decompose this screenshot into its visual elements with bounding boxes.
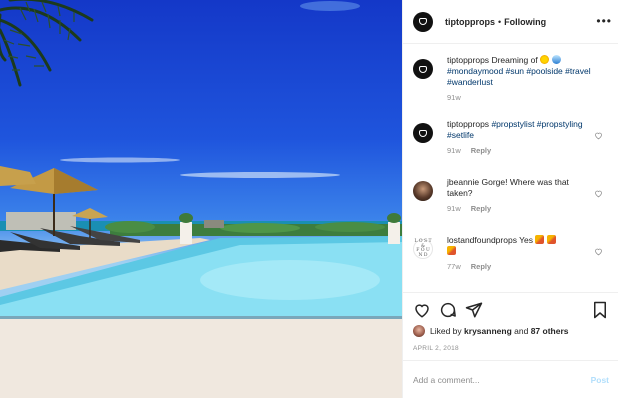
post-header: tiptopprops • Following ••• bbox=[403, 0, 618, 44]
author-username[interactable]: tiptopprops bbox=[445, 17, 495, 27]
comment-avatar[interactable] bbox=[413, 181, 433, 201]
comment-time[interactable]: 91w bbox=[447, 146, 461, 155]
liker-avatar[interactable] bbox=[413, 325, 425, 337]
likes-others-link[interactable]: 87 others bbox=[531, 326, 569, 336]
caption-username[interactable]: tiptopprops bbox=[447, 55, 489, 65]
like-comment-heart-icon[interactable] bbox=[594, 131, 603, 140]
share-paper-plane-icon[interactable] bbox=[465, 301, 483, 319]
comment-username[interactable]: jbeannie bbox=[447, 177, 479, 187]
like-comment-heart-icon[interactable] bbox=[594, 247, 603, 256]
likes-prefix: Liked by bbox=[430, 326, 462, 336]
author-avatar[interactable] bbox=[413, 11, 433, 32]
comment-time[interactable]: 91w bbox=[447, 204, 461, 213]
reply-button[interactable]: Reply bbox=[471, 262, 491, 271]
comment-text: Yes bbox=[519, 235, 534, 245]
caption: tiptopprops Dreaming of #mondaymood #sun… bbox=[413, 55, 609, 102]
avatar-logo-icon bbox=[419, 65, 427, 73]
post-photo[interactable] bbox=[0, 0, 402, 398]
like-heart-icon[interactable] bbox=[413, 301, 431, 319]
avatar-logo-icon bbox=[419, 18, 427, 25]
comment-avatar[interactable]: L O S T & F O U N D bbox=[413, 239, 433, 259]
party-popper-emoji bbox=[535, 235, 545, 244]
caption-body: tiptopprops Dreaming of #mondaymood #sun… bbox=[447, 55, 609, 88]
party-popper-emoji bbox=[546, 235, 556, 244]
comment-meta: 91w Reply bbox=[447, 204, 609, 213]
party-popper-emoji bbox=[447, 246, 456, 255]
caption-time[interactable]: 91w bbox=[447, 93, 461, 102]
comment-body: tiptopprops #propstylist #propstyling #s… bbox=[447, 119, 609, 141]
comment-avatar[interactable] bbox=[413, 123, 433, 143]
like-comment-heart-icon[interactable] bbox=[594, 189, 603, 198]
action-icons bbox=[413, 301, 609, 319]
post-comment-button[interactable]: Post bbox=[591, 375, 609, 385]
caption-text: Dreaming of bbox=[491, 55, 538, 65]
post-panel: tiptopprops • Following ••• tiptopprops … bbox=[402, 0, 618, 398]
comment-time[interactable]: 77w bbox=[447, 262, 461, 271]
comment-meta: 91w Reply bbox=[447, 146, 609, 155]
add-comment-input[interactable] bbox=[413, 374, 591, 385]
post-date[interactable]: APRIL 2, 2018 bbox=[413, 345, 459, 352]
comment-item: L O S T & F O U N D lostandfoundprops Ye… bbox=[413, 235, 609, 271]
more-options-icon[interactable]: ••• bbox=[596, 14, 612, 28]
caption-meta: 91w bbox=[447, 93, 609, 102]
caption-hashtags[interactable]: #mondaymood #sun #poolside #travel #wand… bbox=[447, 66, 591, 87]
poolside-scene bbox=[0, 0, 402, 398]
avatar-logo-icon bbox=[419, 129, 427, 137]
post-actions: Liked by krysanneng and 87 others APRIL … bbox=[403, 292, 618, 360]
comment-item: tiptopprops #propstylist #propstyling #s… bbox=[413, 119, 609, 155]
liker-username[interactable]: krysanneng bbox=[464, 326, 512, 336]
separator-dot: • bbox=[498, 16, 502, 27]
comment-meta: 77w Reply bbox=[447, 262, 609, 271]
reply-button[interactable]: Reply bbox=[471, 146, 491, 155]
save-bookmark-icon[interactable] bbox=[591, 301, 609, 319]
comment-username[interactable]: lostandfoundprops bbox=[447, 235, 517, 245]
add-comment-bar: Post bbox=[403, 360, 618, 398]
likes-middle: and bbox=[514, 326, 529, 336]
comment-item: jbeannie Gorge! Where was that taken? 91… bbox=[413, 177, 609, 213]
sun-emoji bbox=[540, 55, 550, 64]
reply-button[interactable]: Reply bbox=[471, 204, 491, 213]
wave-emoji bbox=[551, 55, 561, 64]
following-button[interactable]: Following bbox=[504, 17, 546, 27]
comment-body: jbeannie Gorge! Where was that taken? bbox=[447, 177, 609, 199]
comment-username[interactable]: tiptopprops bbox=[447, 119, 489, 129]
comment-bubble-icon[interactable] bbox=[439, 301, 457, 319]
likes-summary: Liked by krysanneng and 87 others bbox=[413, 325, 569, 337]
caption-avatar[interactable] bbox=[413, 59, 433, 79]
comment-body: lostandfoundprops Yes bbox=[447, 235, 609, 257]
comments-list: tiptopprops Dreaming of #mondaymood #sun… bbox=[403, 45, 618, 292]
lost-found-logo-line: F O U N D bbox=[416, 248, 430, 258]
